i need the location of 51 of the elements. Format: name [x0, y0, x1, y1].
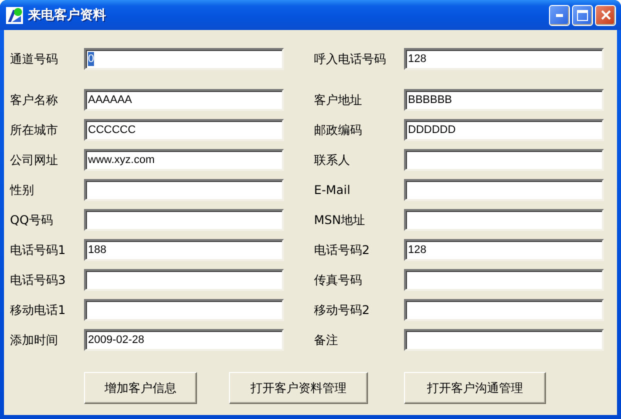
field-label: 移动电话1: [10, 303, 66, 317]
field-label: 联系人: [314, 153, 350, 167]
close-button[interactable]: [595, 4, 616, 26]
field-label: 性别: [10, 183, 34, 197]
input-field[interactable]: CCCCCC: [84, 119, 284, 141]
action-button[interactable]: 增加客户信息: [84, 372, 197, 404]
field-label: 所在城市: [10, 123, 58, 137]
input-field[interactable]: [404, 269, 604, 291]
input-field[interactable]: 2009-02-28: [84, 329, 284, 351]
field-label: QQ号码: [10, 213, 53, 227]
field-label: 通道号码: [10, 52, 58, 66]
input-field[interactable]: 128: [404, 239, 604, 261]
window-title: 来电客户资料: [28, 6, 107, 24]
input-field[interactable]: BBBBBB: [404, 89, 604, 111]
input-field[interactable]: 128: [404, 48, 604, 70]
action-button[interactable]: 打开客户沟通管理: [404, 372, 546, 404]
field-label: MSN地址: [314, 213, 365, 227]
input-field[interactable]: 0: [84, 48, 284, 70]
input-field[interactable]: [404, 299, 604, 321]
app-icon: [6, 6, 23, 24]
input-field[interactable]: [84, 269, 284, 291]
minimize-button[interactable]: [549, 4, 570, 26]
field-label: 电话号码3: [10, 273, 66, 287]
field-label: 传真号码: [314, 273, 362, 287]
field-label: 移动号码2: [314, 303, 370, 317]
minimize-icon: [556, 14, 563, 16]
maximize-icon: [577, 10, 588, 20]
input-field[interactable]: DDDDDD: [404, 119, 604, 141]
field-label: E-Mail: [314, 183, 350, 197]
field-label: 呼入电话号码: [314, 52, 386, 66]
input-field[interactable]: [404, 329, 604, 351]
field-label: 客户地址: [314, 93, 362, 107]
input-field[interactable]: [84, 209, 284, 231]
field-label: 电话号码2: [314, 243, 370, 257]
input-field[interactable]: [404, 179, 604, 201]
input-field[interactable]: [404, 209, 604, 231]
field-label: 添加时间: [10, 333, 58, 347]
input-field[interactable]: www.xyz.com: [84, 149, 284, 171]
input-field[interactable]: 188: [84, 239, 284, 261]
maximize-button[interactable]: [572, 4, 593, 26]
action-button[interactable]: 打开客户资料管理: [229, 372, 368, 404]
field-label: 客户名称: [10, 93, 58, 107]
field-label: 电话号码1: [10, 243, 66, 257]
input-field[interactable]: [84, 299, 284, 321]
input-field[interactable]: AAAAAA: [84, 89, 284, 111]
close-icon: [600, 10, 610, 20]
field-label: 邮政编码: [314, 123, 362, 137]
input-field[interactable]: [404, 149, 604, 171]
field-label: 备注: [314, 333, 338, 347]
input-field[interactable]: [84, 179, 284, 201]
field-label: 公司网址: [10, 153, 58, 167]
